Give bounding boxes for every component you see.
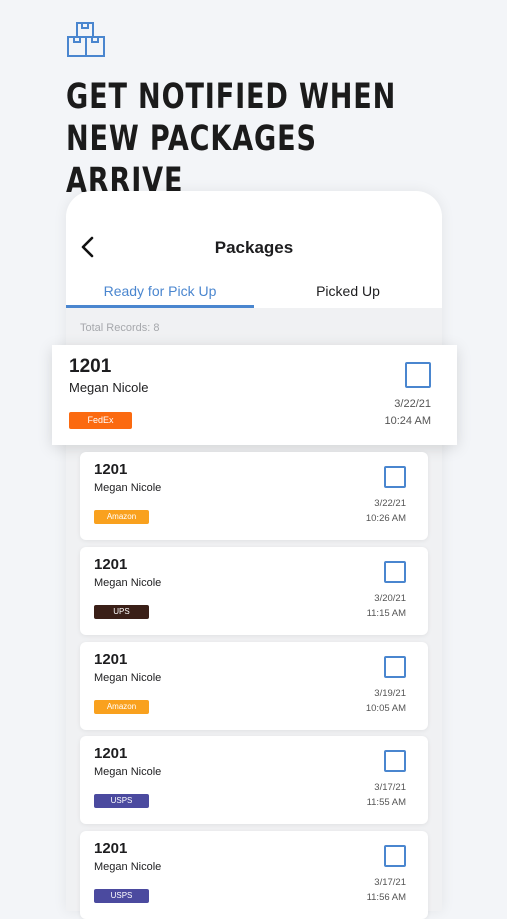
unit-number: 1201 bbox=[94, 461, 128, 478]
received-date: 3/17/21 bbox=[374, 877, 406, 888]
package-card[interactable]: 1201 Megan Nicole FedEx 3/22/21 10:24 AM bbox=[52, 345, 457, 445]
stacked-boxes-icon bbox=[67, 22, 105, 57]
resident-name: Megan Nicole bbox=[94, 577, 162, 589]
received-date: 3/22/21 bbox=[374, 498, 406, 509]
unit-number: 1201 bbox=[94, 745, 128, 762]
carrier-badge: USPS bbox=[94, 889, 149, 903]
pickup-checkbox[interactable] bbox=[384, 750, 406, 772]
received-date: 3/19/21 bbox=[374, 688, 406, 699]
received-time: 10:05 AM bbox=[365, 703, 406, 714]
resident-name: Megan Nicole bbox=[69, 380, 149, 395]
unit-number: 1201 bbox=[94, 651, 128, 668]
received-time: 10:26 AM bbox=[365, 513, 406, 524]
resident-name: Megan Nicole bbox=[94, 482, 162, 494]
active-tab-indicator bbox=[66, 305, 254, 308]
received-date: 3/22/21 bbox=[394, 398, 431, 410]
carrier-badge: Amazon bbox=[94, 700, 149, 714]
tab-picked-up[interactable]: Picked Up bbox=[254, 283, 442, 299]
unit-number: 1201 bbox=[69, 356, 112, 377]
page-title: Packages bbox=[214, 238, 294, 257]
received-date: 3/17/21 bbox=[374, 782, 406, 793]
carrier-badge: Amazon bbox=[94, 510, 149, 524]
package-card[interactable]: 1201 Megan Nicole USPS 3/17/21 11:55 AM bbox=[80, 736, 428, 824]
unit-number: 1201 bbox=[94, 556, 128, 573]
total-records-label: Total Records: 8 bbox=[80, 322, 160, 334]
package-card[interactable]: 1201 Megan Nicole Amazon 3/19/21 10:05 AM bbox=[80, 642, 428, 730]
received-time: 11:56 AM bbox=[366, 892, 406, 903]
promo-headline: GET NOTIFIED WHEN NEW PACKAGES ARRIVE bbox=[66, 77, 397, 201]
pickup-checkbox[interactable] bbox=[384, 561, 406, 583]
pickup-checkbox[interactable] bbox=[384, 466, 406, 488]
carrier-badge: UPS bbox=[94, 605, 149, 619]
received-time: 11:55 AM bbox=[366, 797, 406, 808]
carrier-badge: USPS bbox=[94, 794, 149, 808]
received-date: 3/20/21 bbox=[374, 593, 406, 604]
resident-name: Megan Nicole bbox=[94, 861, 162, 873]
received-time: 11:15 AM bbox=[366, 608, 406, 619]
resident-name: Megan Nicole bbox=[94, 766, 162, 778]
tab-ready-for-pick-up[interactable]: Ready for Pick Up bbox=[66, 283, 254, 299]
unit-number: 1201 bbox=[94, 840, 128, 857]
pickup-checkbox[interactable] bbox=[405, 362, 431, 388]
received-time: 10:24 AM bbox=[384, 415, 431, 427]
package-card[interactable]: 1201 Megan Nicole UPS 3/20/21 11:15 AM bbox=[80, 547, 428, 635]
pickup-checkbox[interactable] bbox=[384, 845, 406, 867]
resident-name: Megan Nicole bbox=[94, 672, 162, 684]
package-card[interactable]: 1201 Megan Nicole Amazon 3/22/21 10:26 AM bbox=[80, 452, 428, 540]
nav-bar: Packages Ready for Pick Up Picked Up bbox=[66, 191, 442, 308]
pickup-checkbox[interactable] bbox=[384, 656, 406, 678]
carrier-badge: FedEx bbox=[69, 412, 132, 429]
package-card[interactable]: 1201 Megan Nicole USPS 3/17/21 11:56 AM bbox=[80, 831, 428, 919]
